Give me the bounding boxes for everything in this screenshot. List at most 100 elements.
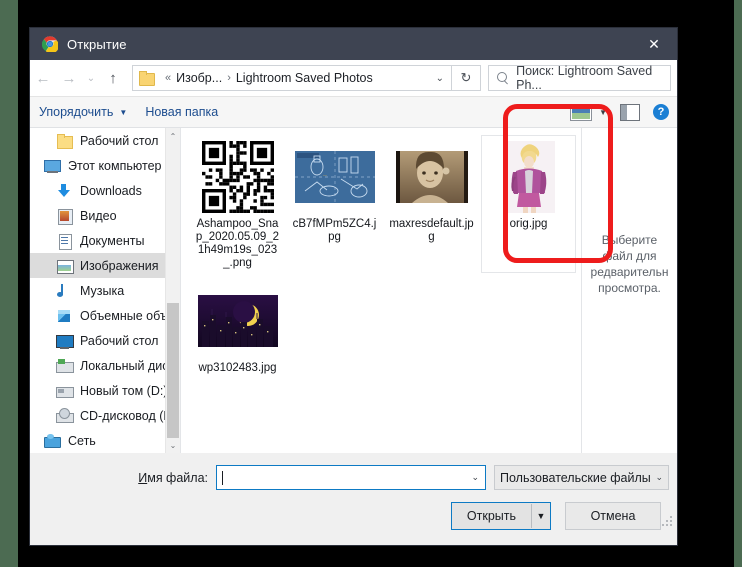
text-caret	[222, 470, 223, 485]
open-button[interactable]: Открыть ▼	[450, 502, 551, 530]
sidebar-item-5[interactable]: Изображения	[30, 253, 180, 278]
preview-placeholder-line: Выберите	[601, 233, 658, 247]
sidebar-item-label: CD-дисковод (F	[80, 408, 172, 423]
sidebar-item-label: Документы	[80, 233, 145, 248]
network-icon	[44, 433, 61, 449]
chevron-down-icon[interactable]: ▼	[532, 511, 550, 521]
file-name-label: orig.jpg	[509, 218, 548, 230]
thumbnail-wrap	[386, 139, 477, 215]
sidebar-item-2[interactable]: Downloads	[30, 178, 180, 203]
search-input[interactable]: Поиск: Lightroom Saved Ph...	[488, 64, 671, 92]
chevron-down-icon: ⌄	[655, 472, 663, 482]
chevron-down-icon[interactable]: ▼	[599, 108, 607, 117]
background-right-strip	[734, 0, 742, 567]
resize-grip[interactable]	[662, 516, 672, 526]
file-name-label: Ashampoo_Snap_2020.05.09_21h49m19s_023_.…	[195, 218, 280, 269]
desktop-icon	[56, 333, 74, 349]
sidebar-item-9[interactable]: Локальный дис	[30, 353, 180, 378]
sidebar-item-4[interactable]: Документы	[30, 228, 180, 253]
file-name-label: maxresdefault.jpg	[389, 218, 474, 243]
sidebar-item-label: Этот компьютер	[68, 158, 162, 173]
filename-row: Имя файла: ⌄ Пользовательские файлы (*.j…	[30, 465, 677, 490]
screenshot-root: Открытие ✕ ← → ⌄ ↑ « Изобр... › Lightroo…	[0, 0, 742, 567]
pictures-icon	[56, 258, 74, 274]
close-icon[interactable]: ✕	[631, 28, 677, 60]
organize-button[interactable]: Упорядочить ▼	[30, 101, 136, 123]
file-name-label: wp3102483.jpg	[198, 362, 277, 374]
downloads-icon	[56, 183, 73, 199]
file-type-filter-value: Пользовательские файлы (*.jf	[500, 470, 655, 485]
preview-placeholder-line: редварительн	[590, 265, 669, 279]
preview-pane: Выберите файл для редварительн просмотра.	[581, 128, 677, 453]
sidebar-item-6[interactable]: Музыка	[30, 278, 180, 303]
sidebar-item-11[interactable]: CD-дисковод (F	[30, 403, 180, 428]
svg-text:—: —	[323, 172, 327, 177]
file-tile-selected[interactable]: orig.jpg	[481, 135, 576, 273]
sidebar-scrollbar[interactable]: ⌃ ⌄	[165, 128, 180, 453]
sidebar-item-1[interactable]: Этот компьютер	[30, 153, 180, 178]
breadcrumb-parent[interactable]: Изобр...	[176, 71, 222, 85]
sidebar-item-0[interactable]: Рабочий стол	[30, 128, 180, 153]
help-button[interactable]: ?	[653, 104, 669, 120]
portrait-thumbnail-icon	[502, 141, 555, 213]
search-input-text: Поиск: Lightroom Saved Ph...	[516, 64, 653, 92]
file-tile[interactable]: — cB7fMPm5ZC4.jpg	[288, 136, 381, 272]
breadcrumb-current[interactable]: Lightroom Saved Photos	[236, 71, 373, 85]
sidebar-item-8[interactable]: Рабочий стол	[30, 328, 180, 353]
local-disk-icon	[56, 358, 74, 374]
navigation-bar: ← → ⌄ ↑ « Изобр... › Lightroom Saved Pho…	[30, 60, 677, 97]
chevron-down-icon[interactable]: ⌄	[436, 73, 444, 84]
sidebar-item-10[interactable]: Новый том (D:)	[30, 378, 180, 403]
breadcrumb[interactable]: « Изобр... › Lightroom Saved Photos ⌄	[132, 65, 452, 91]
dialog-buttons: Открыть ▼ Отмена	[30, 490, 677, 530]
open-file-dialog: Открытие ✕ ← → ⌄ ↑ « Изобр... › Lightroo…	[30, 28, 677, 545]
dialog-footer: Имя файла: ⌄ Пользовательские файлы (*.j…	[30, 453, 677, 530]
sidebar-item-label: Downloads	[80, 183, 142, 198]
file-name-label: cB7fMPm5ZC4.jpg	[292, 218, 377, 243]
new-folder-button[interactable]: Новая папка	[136, 101, 227, 123]
thumbnail-wrap	[483, 139, 574, 215]
breadcrumb-overflow[interactable]: «	[165, 72, 171, 84]
cd-drive-icon	[56, 407, 74, 424]
sidebar-item-12[interactable]: Сеть	[30, 428, 180, 453]
3d-objects-icon	[56, 308, 73, 324]
forward-button[interactable]: →	[56, 65, 82, 91]
scroll-up-icon[interactable]: ⌃	[166, 128, 180, 144]
refresh-button[interactable]: ↻	[452, 65, 481, 91]
cancel-button[interactable]: Отмена	[565, 502, 661, 530]
scrollbar-thumb[interactable]	[167, 303, 179, 438]
this-pc-icon	[44, 158, 61, 174]
sidebar-item-label: Локальный дис	[80, 358, 169, 373]
qr-thumbnail-icon	[201, 141, 274, 213]
chevron-down-icon: ▼	[119, 107, 128, 117]
file-tile[interactable]: maxresdefault.jpg	[385, 136, 478, 272]
scroll-down-icon[interactable]: ⌄	[166, 437, 180, 453]
sidebar-item-3[interactable]: Видео	[30, 203, 180, 228]
chrome-logo-icon	[41, 36, 59, 54]
file-tile[interactable]: wp3102483.jpg	[191, 280, 284, 377]
thumbnail-wrap: —	[289, 139, 380, 215]
volume-icon	[56, 383, 74, 399]
back-button[interactable]: ←	[30, 65, 56, 91]
sidebar-item-7[interactable]: Объемные объ	[30, 303, 180, 328]
city-thumbnail-icon	[197, 295, 278, 347]
sidebar-item-label: Рабочий стол	[80, 133, 159, 148]
breadcrumb-separator: ›	[227, 72, 231, 84]
up-button[interactable]: ↑	[100, 65, 126, 91]
view-layout-icon[interactable]	[570, 103, 593, 121]
sidebar-item-label: Музыка	[80, 283, 125, 298]
folder-icon	[139, 71, 155, 86]
filename-field[interactable]: ⌄	[216, 465, 486, 490]
file-tile[interactable]: Ashampoo_Snap_2020.05.09_21h49m19s_023_.…	[191, 136, 284, 272]
dialog-title-bar: Открытие ✕	[30, 28, 677, 60]
sidebar-item-label: Видео	[80, 208, 117, 223]
recent-locations-button[interactable]: ⌄	[82, 65, 100, 91]
file-list-area[interactable]: Ashampoo_Snap_2020.05.09_21h49m19s_023_.…	[181, 128, 581, 453]
chevron-down-icon[interactable]: ⌄	[471, 472, 479, 483]
file-type-filter-select[interactable]: Пользовательские файлы (*.jf ⌄	[494, 465, 669, 490]
navigation-sidebar: Рабочий стол Этот компьютер Downloads Видео…	[30, 128, 181, 453]
sidebar-item-label: Новый том (D:)	[80, 383, 168, 398]
organize-label: Упорядочить	[39, 105, 114, 119]
dialog-title: Открытие	[67, 36, 127, 52]
preview-pane-icon[interactable]	[620, 103, 640, 121]
